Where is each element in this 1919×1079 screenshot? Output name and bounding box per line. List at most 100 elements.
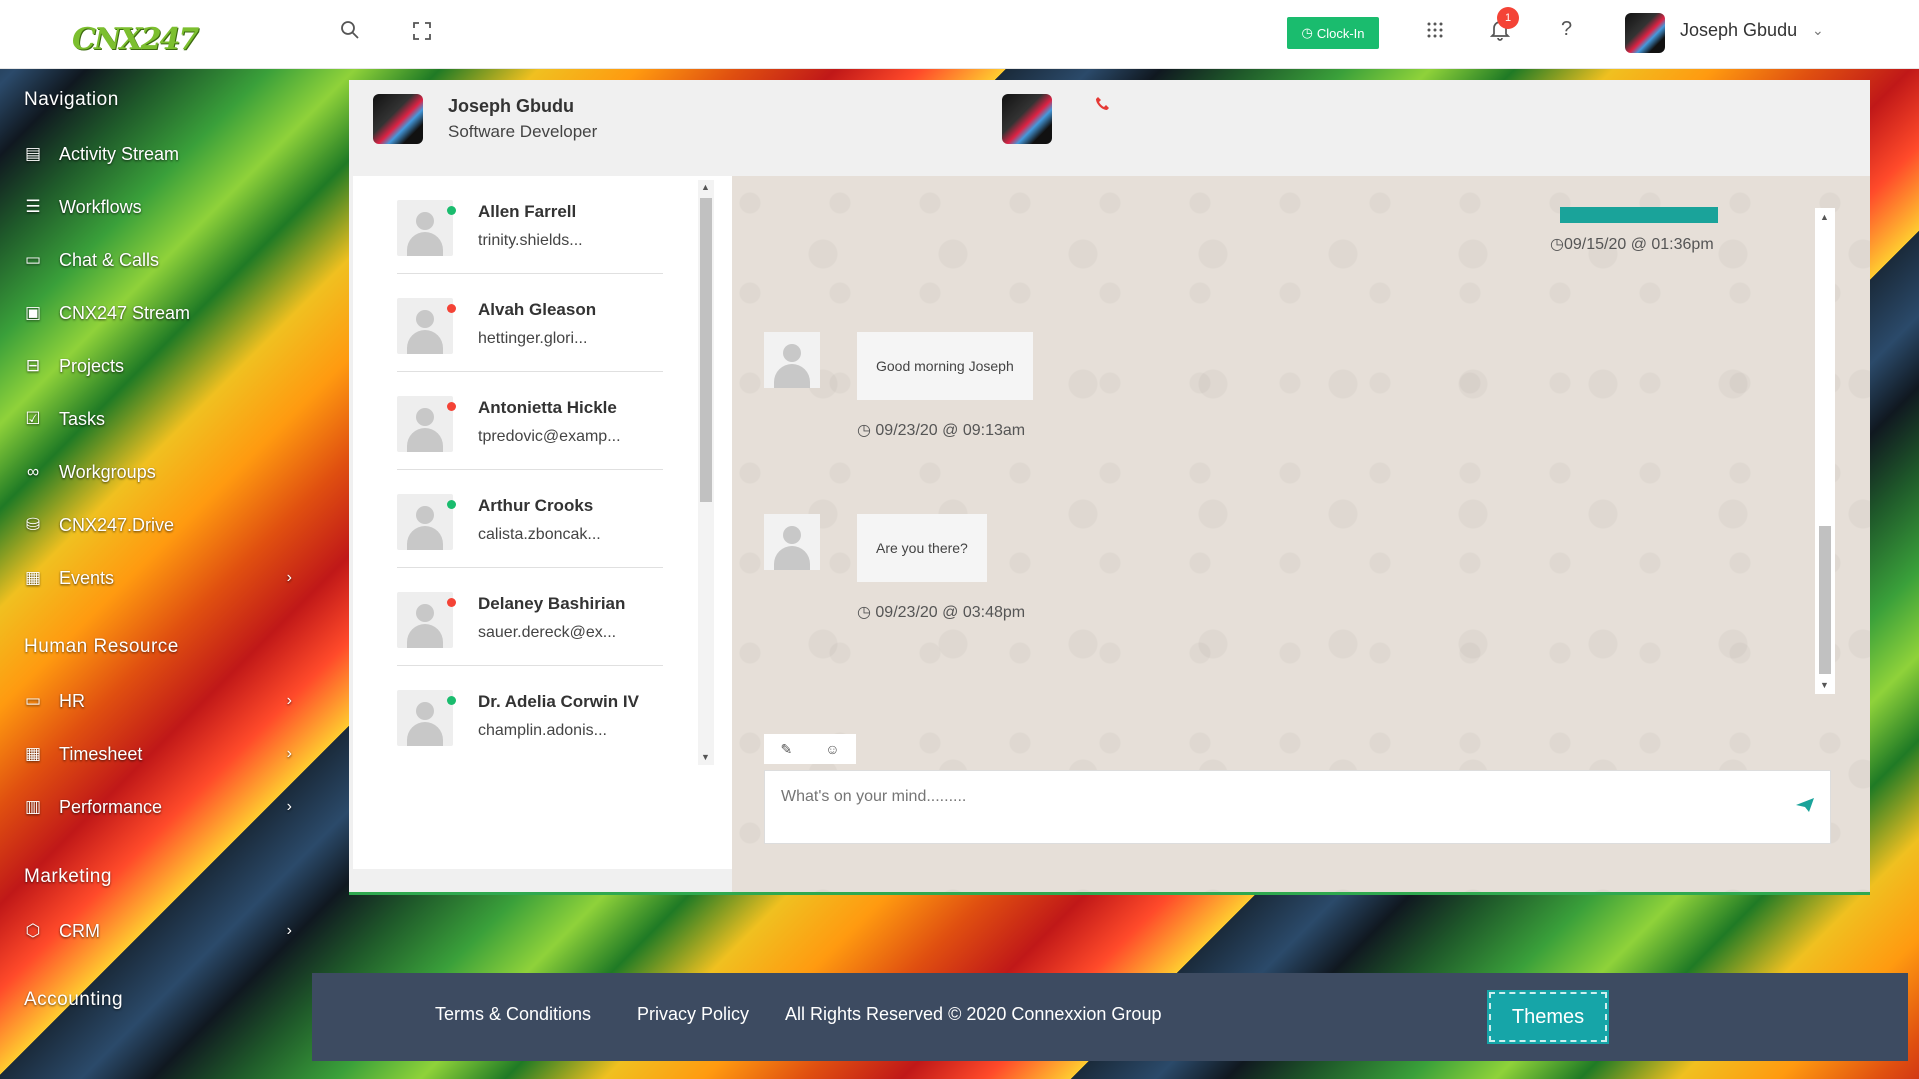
terms-link[interactable]: Terms & Conditions xyxy=(435,1004,591,1025)
apps-grid-icon[interactable] xyxy=(1427,21,1443,44)
cube-icon: ⬡ xyxy=(25,921,41,940)
clock-icon: ◷ xyxy=(1550,236,1564,253)
scroll-down-icon[interactable]: ▼ xyxy=(701,752,710,762)
offline-status-dot xyxy=(447,598,456,607)
sidebar-section-accounting: Accounting xyxy=(24,989,124,1010)
clock-icon: ◷ xyxy=(857,604,876,621)
contact-name: Alvah Gleason xyxy=(478,300,597,319)
message-timestamp: ◷09/15/20 @ 01:36pm xyxy=(1550,236,1714,253)
contact-item[interactable]: Allen Farrell trinity.shields... xyxy=(397,176,663,274)
contact-name: Dr. Adelia Corwin IV xyxy=(478,692,639,711)
contact-item[interactable]: Arthur Crooks calista.zboncak... xyxy=(397,470,663,568)
contact-name: Allen Farrell xyxy=(478,202,577,221)
chat-header: Joseph Gbudu Software Developer xyxy=(349,80,1870,176)
contact-name: Arthur Crooks xyxy=(478,496,594,515)
emoji-icon[interactable]: ☺ xyxy=(825,741,839,757)
send-icon[interactable] xyxy=(1795,797,1815,818)
contact-name: Antonietta Hickle xyxy=(478,398,617,417)
footer: Terms & Conditions Privacy Policy All Ri… xyxy=(312,973,1908,1061)
message-timestamp: ◷ 09/23/20 @ 09:13am xyxy=(857,422,1026,439)
contact-email: champlin.adonis... xyxy=(478,722,607,739)
online-status-dot xyxy=(447,500,456,509)
sidebar-item-timesheet[interactable]: ▦ Timesheet › xyxy=(22,738,292,770)
search-icon[interactable] xyxy=(340,20,360,46)
chevron-right-icon: › xyxy=(286,922,292,939)
scroll-up-icon[interactable]: ▲ xyxy=(1820,212,1829,222)
contact-list-scrollbar[interactable]: ▲ ▼ xyxy=(698,180,714,765)
sidebar-item-hr[interactable]: ▭ HR › xyxy=(22,685,292,717)
sidebar-item-workgroups[interactable]: ∞ Workgroups xyxy=(22,456,282,488)
online-status-dot xyxy=(447,696,456,705)
sidebar-item-events[interactable]: ▦ Events › xyxy=(22,562,292,594)
chevron-down-icon[interactable]: ⌄ xyxy=(1812,22,1824,39)
notification-badge: 1 xyxy=(1497,7,1519,29)
contact-email: trinity.shields... xyxy=(478,232,583,249)
sidebar-section-navigation: Navigation xyxy=(24,89,119,110)
sidebar-section-hr: Human Resource xyxy=(24,636,179,657)
contact-email: calista.zboncak... xyxy=(478,526,601,543)
paperclip-icon[interactable]: ✎ xyxy=(780,741,792,758)
avatar xyxy=(397,592,453,648)
clock-icon: ◷ xyxy=(1301,25,1313,40)
chat-card: Joseph Gbudu Software Developer Allen Fa… xyxy=(349,80,1870,895)
sidebar-section-marketing: Marketing xyxy=(24,866,112,887)
contact-item[interactable]: Dr. Adelia Corwin IV champlin.adonis... xyxy=(397,666,663,764)
activity-icon: ▤ xyxy=(24,144,42,163)
contact-list[interactable]: Allen Farrell trinity.shields... Alvah G… xyxy=(353,176,732,869)
help-icon[interactable]: ? xyxy=(1561,18,1572,41)
sidebar: Navigation ▤ Activity Stream ☰ Workflows… xyxy=(0,69,347,1079)
chat-partner-avatar[interactable] xyxy=(1002,94,1052,144)
sidebar-item-chat-calls[interactable]: ▭ Chat & Calls xyxy=(22,244,282,276)
contact-email: hettinger.glori... xyxy=(478,330,588,347)
avatar xyxy=(397,494,453,550)
scrollbar-thumb[interactable] xyxy=(700,198,712,502)
message-composer xyxy=(764,770,1831,845)
privacy-link[interactable]: Privacy Policy xyxy=(637,1004,749,1025)
themes-button[interactable]: Themes xyxy=(1487,990,1609,1044)
contact-email: tpredovic@examp... xyxy=(478,428,621,445)
user-avatar[interactable] xyxy=(1625,13,1665,53)
scrollbar-thumb[interactable] xyxy=(1819,526,1831,674)
sidebar-item-workflows[interactable]: ☰ Workflows xyxy=(22,191,282,223)
sidebar-item-cnx247-stream[interactable]: ▣ CNX247 Stream xyxy=(22,297,282,329)
offline-status-dot xyxy=(447,402,456,411)
scroll-up-icon[interactable]: ▲ xyxy=(701,182,710,192)
contact-item[interactable]: Antonietta Hickle tpredovic@examp... xyxy=(397,372,663,470)
briefcase-icon: ⊟ xyxy=(25,356,41,375)
clock-in-button[interactable]: ◷ Clock-In xyxy=(1287,17,1379,49)
scroll-down-icon[interactable]: ▼ xyxy=(1820,680,1829,690)
chat-area: ◷09/15/20 @ 01:36pm Good morning Joseph … xyxy=(732,176,1870,892)
sidebar-item-drive[interactable]: ⛁ CNX247.Drive xyxy=(22,509,282,541)
avatar xyxy=(397,200,453,256)
contact-name: Delaney Bashirian xyxy=(478,594,626,613)
chevron-right-icon: › xyxy=(286,692,292,709)
message-input[interactable] xyxy=(765,771,1765,845)
online-status-dot xyxy=(447,206,456,215)
current-user-role: Software Developer xyxy=(448,122,598,141)
video-icon: ▣ xyxy=(24,303,42,322)
composer-toolbar: ✎ ☺ xyxy=(764,734,856,764)
contact-email: sauer.dereck@ex... xyxy=(478,624,617,641)
chat-scrollbar[interactable]: ▲ ▼ xyxy=(1815,208,1835,694)
avatar xyxy=(397,690,453,746)
avatar xyxy=(397,396,453,452)
contact-item[interactable]: Alvah Gleason hettinger.glori... xyxy=(397,274,663,372)
sidebar-item-performance[interactable]: ▥ Performance › xyxy=(22,791,292,823)
calendar-icon: ▦ xyxy=(24,744,42,763)
user-name[interactable]: Joseph Gbudu xyxy=(1680,20,1797,41)
current-user-avatar xyxy=(373,94,423,144)
contact-item[interactable]: Delaney Bashirian sauer.dereck@ex... xyxy=(397,568,663,666)
logo[interactable]: CNX247 xyxy=(72,22,199,57)
sidebar-item-activity-stream[interactable]: ▤ Activity Stream xyxy=(22,138,282,170)
avatar xyxy=(764,514,820,570)
fullscreen-icon[interactable] xyxy=(413,22,431,46)
sidebar-item-tasks[interactable]: ☑ Tasks xyxy=(22,403,282,435)
menu-icon: ☰ xyxy=(25,197,41,216)
phone-icon[interactable] xyxy=(1095,96,1109,117)
current-user-name: Joseph Gbudu xyxy=(448,96,574,116)
sidebar-item-crm[interactable]: ⬡ CRM › xyxy=(22,915,292,947)
top-bar: CNX247 ◷ Clock-In 1 ? Joseph Gbudu ⌄ xyxy=(0,0,1919,69)
copyright-text: All Rights Reserved © 2020 Connexxion Gr… xyxy=(785,1004,1162,1024)
avatar xyxy=(397,298,453,354)
sidebar-item-projects[interactable]: ⊟ Projects xyxy=(22,350,282,382)
